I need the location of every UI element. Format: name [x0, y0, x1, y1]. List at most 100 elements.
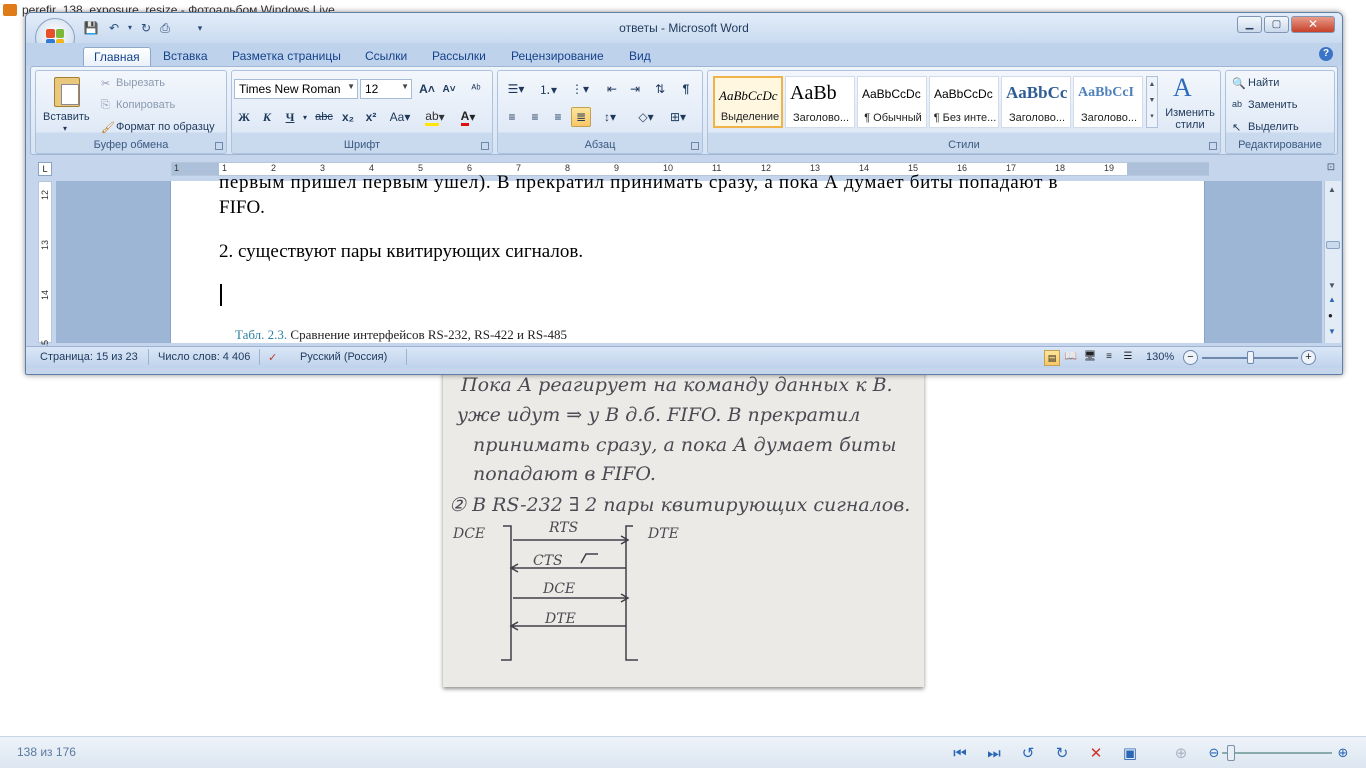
grow-font-icon[interactable]: A˄	[417, 79, 437, 99]
clipboard-launcher-icon[interactable]	[215, 142, 223, 150]
clear-formatting-icon[interactable]: ᴬᵇ	[466, 79, 486, 99]
help-icon[interactable]: ?	[1319, 47, 1333, 61]
underline-icon[interactable]: Ч	[280, 107, 300, 127]
numbering-icon[interactable]: ⒈▾	[534, 79, 562, 99]
undo-dropdown-icon[interactable]: ▾	[122, 20, 138, 36]
previous-page-icon[interactable]: ▲	[1328, 295, 1336, 304]
scroll-down-icon[interactable]: ▼	[1328, 281, 1336, 290]
subscript-icon[interactable]: x₂	[338, 107, 358, 127]
language[interactable]: Русский (Россия)	[300, 351, 387, 363]
font-launcher-icon[interactable]	[481, 142, 489, 150]
paste-dropdown-icon[interactable]: ▾	[63, 124, 67, 133]
vertical-scrollbar[interactable]: ▲ ▼ ▲ ● ▼	[1324, 181, 1341, 343]
cut-button[interactable]: Вырезать	[116, 77, 165, 89]
superscript-icon[interactable]: x²	[361, 107, 381, 127]
italic-icon[interactable]: К	[257, 107, 277, 127]
next-page-icon[interactable]: ▼	[1328, 327, 1336, 336]
tab-view[interactable]: Вид	[619, 47, 661, 66]
tab-references[interactable]: Ссылки	[355, 47, 417, 66]
bullets-icon[interactable]: ☰▾	[502, 79, 530, 99]
minimize-button[interactable]: ▁	[1237, 16, 1262, 33]
print-preview-icon[interactable]: ⎙	[157, 20, 173, 36]
shrink-font-icon[interactable]: A˅	[439, 79, 459, 99]
undo-icon[interactable]: ↶	[106, 20, 122, 36]
delete-icon[interactable]: ✕	[1085, 742, 1107, 764]
rotate-right-icon[interactable]: ↻	[1051, 742, 1073, 764]
line-spacing-icon[interactable]: ↕▾	[596, 107, 624, 127]
word-count[interactable]: Число слов: 4 406	[158, 351, 250, 363]
zoom-in-icon[interactable]: ⊕	[1332, 742, 1354, 764]
rotate-left-icon[interactable]: ↺	[1017, 742, 1039, 764]
zoom-out-icon[interactable]: −	[1183, 350, 1198, 365]
print-layout-icon[interactable]: ▤	[1044, 350, 1060, 366]
strikethrough-icon[interactable]: abc	[314, 107, 334, 127]
zoom-in-icon[interactable]: +	[1301, 350, 1316, 365]
justify-icon[interactable]: ≣	[571, 107, 591, 127]
tab-mailings[interactable]: Рассылки	[422, 47, 496, 66]
style-emphasis[interactable]: AaBbCcDc Выделение	[713, 76, 783, 128]
proofing-icon[interactable]: ✓	[268, 351, 277, 364]
shading-icon[interactable]: ◇▾	[632, 107, 660, 127]
align-center-icon[interactable]: ≡	[525, 107, 545, 127]
zoom-slider-track[interactable]	[1222, 752, 1332, 754]
styles-scroll-icon[interactable]: ▲ ▼ ▾	[1146, 76, 1158, 128]
tab-page-layout[interactable]: Разметка страницы	[222, 47, 351, 66]
slideshow-icon[interactable]: ▣	[1119, 742, 1141, 764]
paste-icon[interactable]	[54, 77, 80, 107]
decrease-indent-icon[interactable]: ⇤	[602, 79, 622, 99]
font-color-icon[interactable]: A ▾	[454, 107, 482, 127]
tab-review[interactable]: Рецензирование	[501, 47, 614, 66]
close-button[interactable]: ✕	[1291, 16, 1335, 33]
scroll-thumb[interactable]	[1326, 241, 1340, 249]
zoom-slider-thumb[interactable]	[1227, 745, 1235, 761]
styles-launcher-icon[interactable]	[1209, 142, 1217, 150]
page-count[interactable]: Страница: 15 из 23	[40, 351, 138, 363]
sort-icon[interactable]: ⇅	[650, 79, 670, 99]
document-page[interactable]: первым пришел первым ушел). В прекратил …	[170, 172, 1205, 343]
tab-home[interactable]: Главная	[83, 47, 151, 66]
zoom-slider-thumb[interactable]	[1247, 351, 1254, 364]
replace-button[interactable]: Заменить	[1248, 99, 1297, 111]
draft-icon[interactable]: ☰	[1120, 350, 1136, 366]
scroll-up-icon[interactable]: ▲	[1328, 185, 1336, 194]
tab-selector-icon[interactable]: L	[38, 162, 52, 176]
underline-dropdown-icon[interactable]: ▾	[300, 107, 310, 127]
multilevel-list-icon[interactable]: ⋮▾	[566, 79, 594, 99]
align-right-icon[interactable]: ≡	[548, 107, 568, 127]
next-icon[interactable]: ⏭	[983, 742, 1005, 764]
borders-icon[interactable]: ⊞▾	[664, 107, 692, 127]
zoom-level[interactable]: 130%	[1146, 351, 1174, 363]
style-no-spacing[interactable]: AaBbCcDc ¶ Без инте...	[929, 76, 999, 128]
web-layout-icon[interactable]: 🖥	[1082, 350, 1098, 366]
save-icon[interactable]: 💾	[83, 20, 99, 36]
tab-insert[interactable]: Вставка	[153, 47, 218, 66]
show-formatting-marks-icon[interactable]: ¶	[676, 79, 696, 99]
paste-button[interactable]: Вставить	[43, 111, 90, 123]
align-left-icon[interactable]: ≡	[502, 107, 522, 127]
vertical-ruler[interactable]: 12 13 14 15	[38, 181, 52, 350]
copy-button[interactable]: Копировать	[116, 99, 175, 111]
paragraph-launcher-icon[interactable]	[691, 142, 699, 150]
fit-icon[interactable]: ⊕	[1170, 742, 1192, 764]
maximize-button[interactable]: ▢	[1264, 16, 1289, 33]
highlight-color-icon[interactable]: ab ▾	[421, 107, 449, 127]
change-styles-button[interactable]: Изменить стили	[1162, 107, 1218, 131]
style-normal[interactable]: AaBbCcDc ¶ Обычный	[857, 76, 927, 128]
outline-icon[interactable]: ≡	[1101, 350, 1117, 366]
redo-icon[interactable]: ↻	[138, 20, 154, 36]
increase-indent-icon[interactable]: ⇥	[625, 79, 645, 99]
find-button[interactable]: Найти	[1248, 77, 1279, 89]
change-case-icon[interactable]: Aa▾	[387, 107, 413, 127]
full-screen-reading-icon[interactable]: 📖	[1063, 350, 1079, 366]
style-heading-1[interactable]: AaBb Заголово...	[785, 76, 855, 128]
style-heading-2[interactable]: AaBbCc Заголово...	[1001, 76, 1071, 128]
select-button[interactable]: Выделить	[1248, 121, 1299, 133]
format-painter-button[interactable]: Формат по образцу	[116, 121, 215, 133]
bold-icon[interactable]: Ж	[234, 107, 254, 127]
font-name-combo[interactable]: Times New Roman ▼	[234, 79, 358, 99]
font-size-combo[interactable]: 12 ▼	[360, 79, 412, 99]
previous-icon[interactable]: ⏮	[949, 742, 971, 764]
view-ruler-icon[interactable]: ⊡	[1324, 162, 1338, 176]
customize-toolbar-icon[interactable]: ▾	[192, 20, 208, 36]
browse-object-icon[interactable]: ●	[1328, 311, 1333, 320]
